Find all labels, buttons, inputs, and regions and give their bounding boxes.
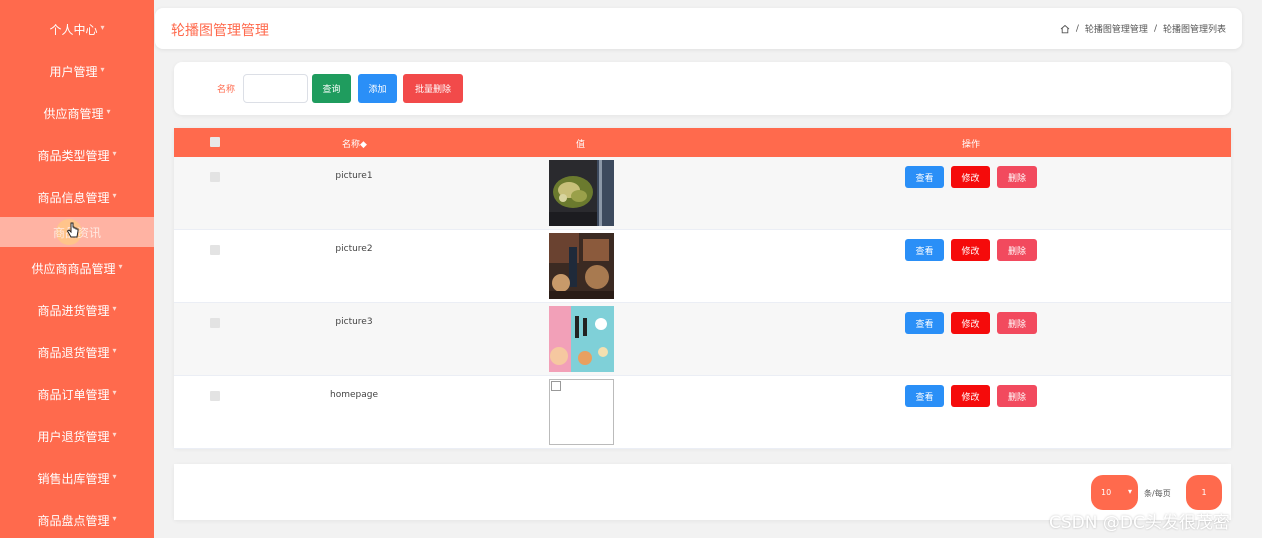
sidebar-item-label: 供应商商品管理 <box>31 261 116 276</box>
edit-button[interactable]: 修改 <box>951 166 990 188</box>
column-header-value: 值 <box>576 140 586 150</box>
sidebar-item-product-return[interactable]: 商品退货管理 ▾ <box>0 337 154 367</box>
hand-cursor-icon <box>66 222 79 238</box>
row-name: picture3 <box>335 317 373 327</box>
delete-button[interactable]: 删除 <box>997 166 1037 188</box>
breadcrumb-separator: / <box>1075 23 1079 34</box>
sidebar-item-label: 用户退货管理 <box>37 429 110 444</box>
row-checkbox[interactable] <box>210 245 220 255</box>
edit-button[interactable]: 修改 <box>951 239 990 261</box>
sidebar-item-label: 商品进货管理 <box>37 303 110 318</box>
view-button[interactable]: 查看 <box>905 312 944 334</box>
edit-button[interactable]: 修改 <box>951 385 990 407</box>
sidebar-item-label: 商品退货管理 <box>37 345 110 360</box>
table-header: 名称◆ 值 操作 <box>174 128 1231 157</box>
sidebar-item-label: 商品类型管理 <box>37 148 110 163</box>
thumbnail-image <box>549 233 614 299</box>
view-button[interactable]: 查看 <box>905 166 944 188</box>
row-checkbox[interactable] <box>210 391 220 401</box>
broken-image-marker <box>551 381 561 391</box>
name-search-input[interactable] <box>243 74 308 103</box>
sidebar-item-label: 供应商管理 <box>43 106 104 121</box>
select-all-checkbox[interactable] <box>210 137 220 147</box>
breadcrumb: / 轮播图管理管理 / 轮播图管理列表 <box>1060 22 1226 35</box>
page-size-select[interactable]: 10 ▾ <box>1091 475 1138 510</box>
chevron-down-icon: ▾ <box>112 148 117 158</box>
page-number-button[interactable]: 1 <box>1186 475 1222 510</box>
chevron-down-icon: ▾ <box>112 429 117 439</box>
delete-button[interactable]: 删除 <box>997 385 1037 407</box>
home-icon[interactable] <box>1060 24 1070 34</box>
per-page-label: 条/每页 <box>1144 489 1171 498</box>
query-button[interactable]: 查询 <box>312 74 351 103</box>
table-row: picture2 查看 修改 删除 <box>174 230 1231 303</box>
column-header-actions: 操作 <box>962 140 981 150</box>
delete-button[interactable]: 删除 <box>997 312 1037 334</box>
name-label: 名称 <box>217 85 236 95</box>
add-button[interactable]: 添加 <box>358 74 397 103</box>
breadcrumb-separator: / <box>1153 23 1157 34</box>
table-row: picture1 查看 修改 删除 <box>174 157 1231 230</box>
sidebar-item-purchase[interactable]: 商品进货管理 ▾ <box>0 295 154 325</box>
sidebar-item-label: 商品盘点管理 <box>37 513 110 528</box>
row-name: picture1 <box>335 171 373 181</box>
view-button[interactable]: 查看 <box>905 385 944 407</box>
column-header-name[interactable]: 名称◆ <box>342 137 367 150</box>
search-bar: 名称 查询 添加 批量删除 <box>174 62 1231 115</box>
sidebar-item-product-info[interactable]: 商品信息管理 ▾ <box>0 182 154 212</box>
sidebar-item-user-management[interactable]: 用户管理 ▾ <box>0 56 154 86</box>
chevron-down-icon: ▾ <box>1127 487 1132 496</box>
sidebar-item-inventory[interactable]: 商品盘点管理 ▾ <box>0 505 154 535</box>
chevron-down-icon: ▾ <box>118 261 123 271</box>
row-name: homepage <box>330 390 378 400</box>
chevron-down-icon: ▾ <box>106 106 111 116</box>
sidebar-item-sales-outbound[interactable]: 销售出库管理 ▾ <box>0 463 154 493</box>
thumbnail-image <box>549 306 614 372</box>
chevron-down-icon: ▾ <box>100 64 105 74</box>
breadcrumb-item-list: 轮播图管理列表 <box>1162 25 1226 35</box>
sidebar-item-user-return[interactable]: 用户退货管理 ▾ <box>0 421 154 451</box>
sidebar-item-label: 商品信息管理 <box>37 190 110 205</box>
edit-button[interactable]: 修改 <box>951 312 990 334</box>
chevron-down-icon: ▾ <box>100 22 105 32</box>
sidebar-item-label: 销售出库管理 <box>37 471 110 486</box>
broken-image-icon <box>549 379 614 445</box>
table-row: picture3 查看 修改 删除 <box>174 303 1231 376</box>
page-header: 轮播图管理管理 / 轮播图管理管理 / 轮播图管理列表 <box>155 8 1242 49</box>
chevron-down-icon: ▾ <box>112 190 117 200</box>
chevron-down-icon: ▾ <box>112 387 117 397</box>
delete-button[interactable]: 删除 <box>997 239 1037 261</box>
data-table: 名称◆ 值 操作 picture1 查看 修改 删除 picture2 查看 修… <box>174 128 1231 449</box>
page-size-value: 10 <box>1101 488 1112 497</box>
row-checkbox[interactable] <box>210 318 220 328</box>
chevron-down-icon: ▾ <box>112 513 117 523</box>
sidebar-item-orders[interactable]: 商品订单管理 ▾ <box>0 379 154 409</box>
watermark: CSDN @DC头发很茂密 <box>1049 513 1230 533</box>
sidebar-item-personal-center[interactable]: 个人中心 ▾ <box>0 14 154 44</box>
chevron-down-icon: ▾ <box>112 303 117 313</box>
row-name: picture2 <box>335 244 373 254</box>
sidebar-item-label: 个人中心 <box>49 22 98 37</box>
chevron-down-icon: ▾ <box>112 345 117 355</box>
sidebar-item-label: 商品订单管理 <box>37 387 110 402</box>
table-row: homepage 查看 修改 删除 <box>174 376 1231 449</box>
chevron-down-icon: ▾ <box>112 471 117 481</box>
sidebar-item-label: 用户管理 <box>49 64 98 79</box>
row-checkbox[interactable] <box>210 172 220 182</box>
page-title: 轮播图管理管理 <box>171 23 269 39</box>
sidebar-item-supplier-management[interactable]: 供应商管理 ▾ <box>0 98 154 128</box>
sidebar: 个人中心▾ 用户管理▾ 供应商管理▾ 商品类型管理▾ 商品信息管理▾ 商品资讯 … <box>0 0 154 538</box>
sidebar-item-product-type[interactable]: 商品类型管理 ▾ <box>0 140 154 170</box>
breadcrumb-item-management[interactable]: 轮播图管理管理 <box>1085 22 1148 35</box>
thumbnail-image <box>549 160 614 226</box>
sidebar-item-supplier-product[interactable]: 供应商商品管理 ▾ <box>0 253 154 283</box>
view-button[interactable]: 查看 <box>905 239 944 261</box>
batch-delete-button[interactable]: 批量删除 <box>403 74 463 103</box>
